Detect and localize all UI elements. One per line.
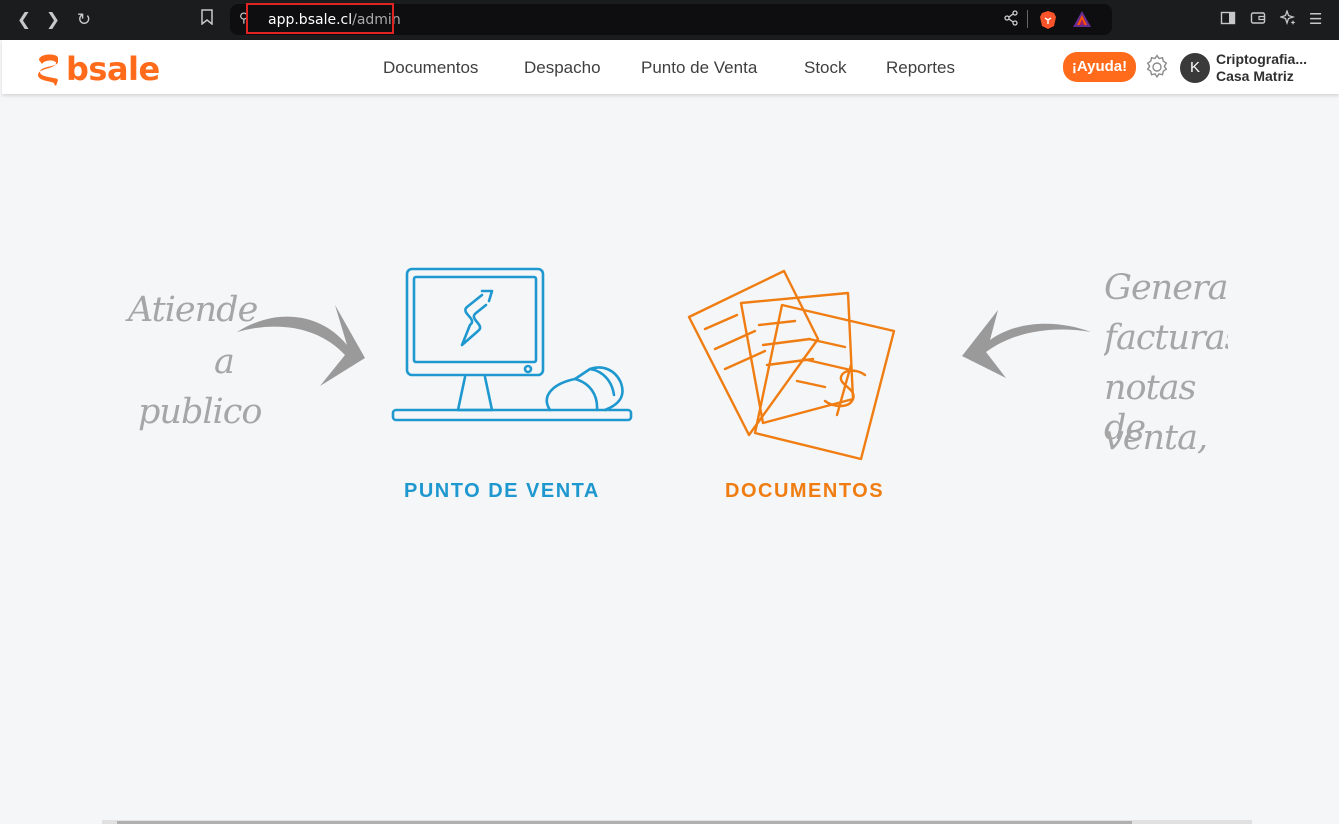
leo-ai-icon[interactable] bbox=[1278, 8, 1296, 30]
nav-despacho[interactable]: Despacho bbox=[524, 58, 601, 78]
help-button[interactable]: ¡Ayuda! bbox=[1063, 52, 1136, 82]
gear-icon[interactable] bbox=[1143, 53, 1171, 81]
right-note-line-2: facturas, bbox=[1104, 318, 1228, 358]
nav-reportes[interactable]: Reportes bbox=[886, 58, 955, 78]
left-note-line-3: publico bbox=[138, 392, 262, 432]
company-name: Criptografia... bbox=[1216, 51, 1308, 67]
toolbar-separator bbox=[1027, 10, 1028, 28]
brave-shields-icon[interactable] bbox=[1039, 10, 1057, 29]
brave-rewards-icon[interactable] bbox=[1072, 10, 1092, 28]
documents-label[interactable]: DOCUMENTOS bbox=[725, 480, 884, 503]
share-icon[interactable] bbox=[1003, 10, 1019, 30]
menu-icon[interactable]: ☰ bbox=[1309, 10, 1322, 28]
company-selector[interactable]: Criptografia... Casa Matriz bbox=[1216, 51, 1336, 85]
forward-icon[interactable]: ❯ bbox=[42, 9, 64, 31]
bsale-logo[interactable]: bsale bbox=[32, 48, 160, 88]
pos-label[interactable]: PUNTO DE VENTA bbox=[404, 480, 600, 503]
left-arrow-icon bbox=[237, 305, 365, 386]
back-icon[interactable]: ❮ bbox=[13, 9, 35, 31]
right-note-line-4: venta, e bbox=[1104, 418, 1208, 468]
app-header: bsale Documentos Despacho Punto de Venta… bbox=[2, 40, 1339, 94]
left-note-line-2: a bbox=[214, 342, 235, 382]
avatar[interactable]: K bbox=[1180, 53, 1210, 83]
nav-stock[interactable]: Stock bbox=[804, 58, 847, 78]
nav-punto-de-venta[interactable]: Punto de Venta bbox=[641, 58, 757, 78]
url-highlight-box bbox=[246, 3, 394, 34]
documents-illustration[interactable] bbox=[685, 265, 900, 465]
nav-documentos[interactable]: Documentos bbox=[383, 58, 478, 78]
bsale-logo-icon bbox=[38, 54, 58, 86]
branch-name: Casa Matriz bbox=[1216, 68, 1294, 84]
right-note: Genera facturas, notas de venta, e bbox=[1104, 268, 1228, 468]
bookmark-icon[interactable] bbox=[196, 9, 218, 31]
logo-wordmark: bsale bbox=[66, 50, 160, 88]
wallet-icon[interactable] bbox=[1250, 10, 1266, 30]
browser-toolbar: ❮ ❯ ↻ ⚲ app.bsale.cl/admin ☰ bbox=[0, 0, 1339, 40]
sidebar-toggle-icon[interactable] bbox=[1220, 10, 1236, 30]
right-note-line-1: Genera bbox=[1104, 268, 1228, 308]
pos-terminal-illustration[interactable] bbox=[390, 265, 635, 430]
right-arrow-icon bbox=[962, 310, 1091, 378]
reload-icon[interactable]: ↻ bbox=[73, 9, 95, 31]
